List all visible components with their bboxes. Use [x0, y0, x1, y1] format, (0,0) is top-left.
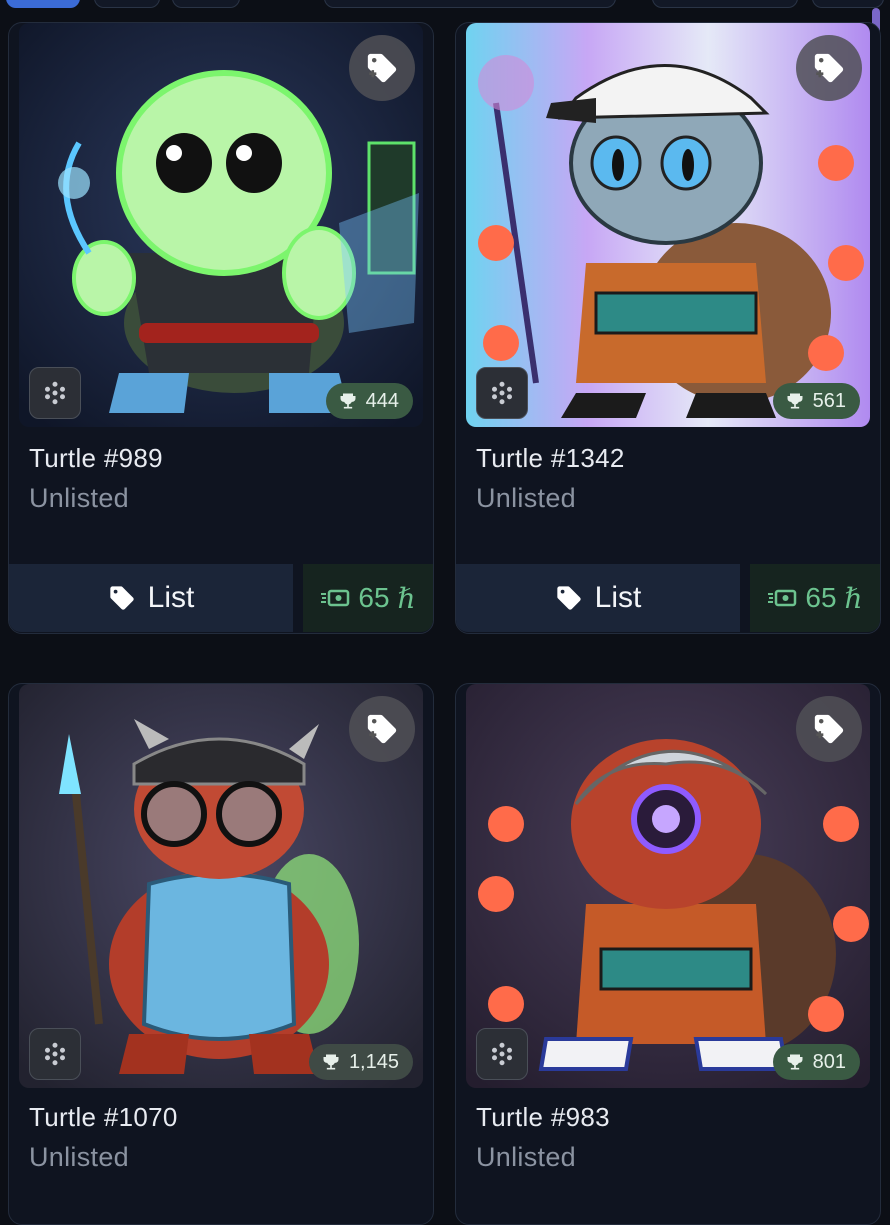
- filter-pill[interactable]: [94, 0, 160, 8]
- list-button[interactable]: List: [456, 564, 740, 632]
- add-tag-button[interactable]: [349, 35, 415, 101]
- nft-image[interactable]: 801: [466, 684, 870, 1088]
- rarity-rank-badge: 801: [772, 1044, 860, 1080]
- nft-title: Turtle #1070: [29, 1102, 178, 1132]
- nft-title: Turtle #983: [476, 1102, 610, 1132]
- top-filter-bar: [0, 0, 890, 8]
- nft-image[interactable]: 444: [19, 23, 423, 427]
- rank-value: 801: [812, 1050, 846, 1073]
- trophy-icon: [787, 1054, 803, 1070]
- sort-select[interactable]: [652, 0, 798, 8]
- hbar-currency: ℏ: [397, 581, 416, 615]
- nft-card[interactable]: 561 Turtle #1342 Unlisted List 65 ℏ: [455, 22, 881, 634]
- rank-value: 1,145: [348, 1050, 399, 1073]
- cash-icon: [768, 589, 797, 607]
- filter-pill[interactable]: [172, 0, 240, 8]
- nft-title: Turtle #989: [29, 443, 163, 473]
- cash-icon: [321, 589, 350, 607]
- tag-plus-icon: [367, 53, 397, 83]
- list-button-label: List: [147, 581, 195, 614]
- tag-plus-icon: [814, 53, 844, 83]
- nft-image[interactable]: 561: [466, 23, 870, 427]
- nft-card[interactable]: 444 Turtle #989 Unlisted List 65 ℏ: [8, 22, 434, 634]
- nft-image[interactable]: 1,145: [19, 684, 423, 1088]
- chain-button[interactable]: [476, 367, 528, 419]
- rarity-rank-badge: 1,145: [308, 1044, 413, 1080]
- listing-status: Unlisted: [476, 1142, 576, 1172]
- filter-pill-active[interactable]: [6, 0, 80, 8]
- nft-card[interactable]: 1,145 Turtle #1070 Unlisted: [8, 683, 434, 1225]
- rank-value: 444: [365, 389, 399, 412]
- list-button[interactable]: List: [9, 564, 293, 632]
- price-display[interactable]: 65 ℏ: [750, 564, 880, 632]
- tag-icon: [556, 586, 581, 610]
- price-value: 65: [358, 582, 390, 613]
- rarity-rank-badge: 561: [772, 383, 860, 419]
- listing-status: Unlisted: [29, 1142, 129, 1172]
- trophy-icon: [323, 1054, 339, 1070]
- rarity-rank-badge: 444: [325, 383, 413, 419]
- price-display[interactable]: 65 ℏ: [303, 564, 433, 632]
- chain-button[interactable]: [29, 1028, 81, 1080]
- hex-network-icon: [492, 381, 512, 405]
- tag-plus-icon: [814, 714, 844, 744]
- price-value: 65: [805, 582, 837, 613]
- trophy-icon: [340, 393, 356, 409]
- nft-title: Turtle #1342: [476, 443, 625, 473]
- view-toggle[interactable]: [812, 0, 884, 8]
- list-button-label: List: [594, 581, 642, 614]
- hex-network-icon: [492, 1042, 512, 1066]
- trophy-icon: [787, 393, 803, 409]
- tag-plus-icon: [367, 714, 397, 744]
- hex-network-icon: [45, 381, 65, 405]
- hex-network-icon: [45, 1042, 65, 1066]
- chain-button[interactable]: [476, 1028, 528, 1080]
- chain-button[interactable]: [29, 367, 81, 419]
- rank-value: 561: [812, 389, 846, 412]
- add-tag-button[interactable]: [796, 35, 862, 101]
- add-tag-button[interactable]: [796, 696, 862, 762]
- add-tag-button[interactable]: [349, 696, 415, 762]
- search-input[interactable]: [324, 0, 616, 8]
- tag-icon: [109, 586, 134, 610]
- hbar-currency: ℏ: [844, 581, 863, 615]
- nft-card[interactable]: 801 Turtle #983 Unlisted: [455, 683, 881, 1225]
- listing-status: Unlisted: [476, 483, 576, 513]
- listing-status: Unlisted: [29, 483, 129, 513]
